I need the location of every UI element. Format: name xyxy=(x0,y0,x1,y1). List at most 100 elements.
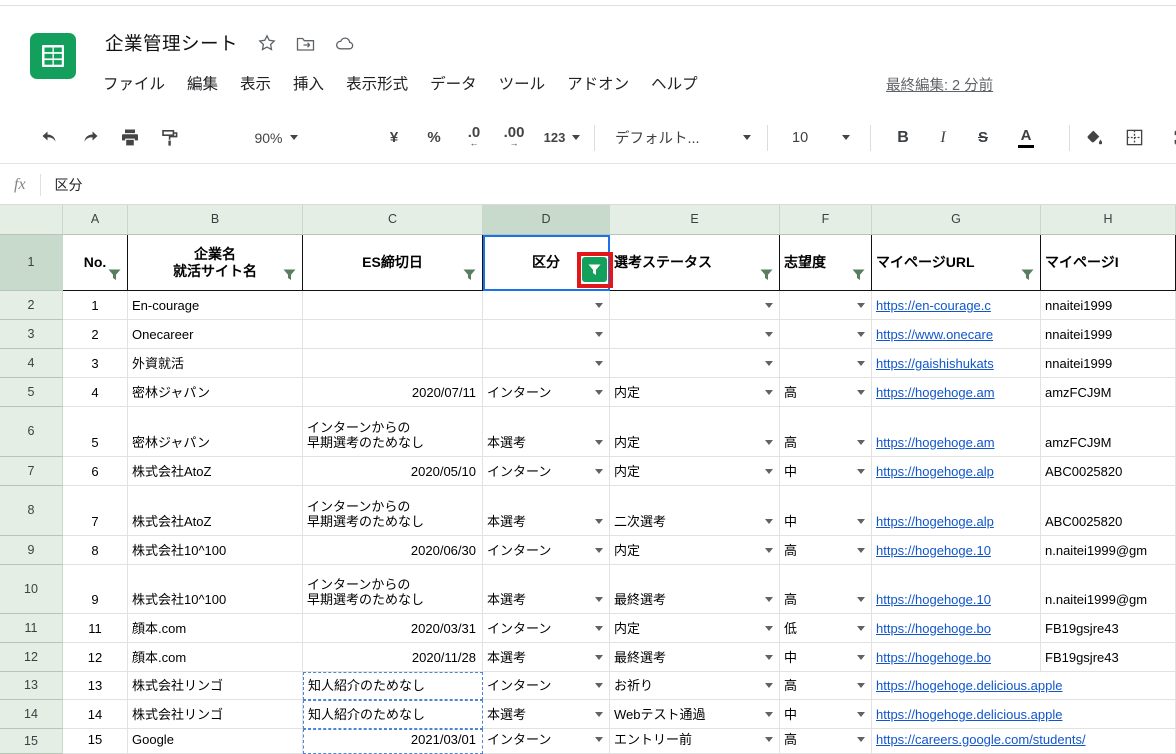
menu-item-6[interactable]: ツール xyxy=(499,72,546,94)
cell-A12[interactable]: 12 xyxy=(63,643,128,672)
dropdown-arrow-icon[interactable] xyxy=(765,712,773,717)
row-header-1[interactable]: 1 xyxy=(0,235,63,291)
cell-B8[interactable]: 株式会社AtoZ xyxy=(128,486,303,536)
bold-button[interactable]: B xyxy=(883,120,923,156)
cell-F8[interactable]: 中 xyxy=(780,486,872,536)
undo-button[interactable] xyxy=(30,120,70,156)
dropdown-arrow-icon[interactable] xyxy=(595,597,603,602)
cell-H3[interactable]: nnaitei1999 xyxy=(1041,320,1176,349)
cell-G6[interactable]: https://hogehoge.am xyxy=(872,407,1041,457)
cell-B13[interactable]: 株式会社リンゴ xyxy=(128,672,303,700)
increase-decimal-button[interactable]: .00 → xyxy=(494,120,534,156)
cell-E7[interactable]: 内定 xyxy=(610,457,780,486)
filter-icon[interactable] xyxy=(463,269,476,281)
cell-E4[interactable] xyxy=(610,349,780,378)
cell-A8[interactable]: 7 xyxy=(63,486,128,536)
header-cell-B1[interactable]: 企業名 就活サイト名 xyxy=(128,235,303,291)
dropdown-arrow-icon[interactable] xyxy=(765,597,773,602)
cell-C13[interactable]: 知人紹介のためなし xyxy=(303,672,483,700)
column-header-C[interactable]: C xyxy=(303,205,483,235)
cell-F13[interactable]: 高 xyxy=(780,672,872,700)
header-cell-E1[interactable]: 選考ステータス xyxy=(610,235,780,291)
dropdown-arrow-icon[interactable] xyxy=(595,737,603,742)
dropdown-arrow-icon[interactable] xyxy=(857,390,865,395)
cell-D13[interactable]: インターン xyxy=(483,672,610,700)
dropdown-arrow-icon[interactable] xyxy=(595,712,603,717)
url-value[interactable]: https://hogehoge.10 xyxy=(876,592,991,607)
dropdown-arrow-icon[interactable] xyxy=(765,361,773,366)
url-value[interactable]: https://en-courage.c xyxy=(876,298,991,313)
cell-E8[interactable]: 二次選考 xyxy=(610,486,780,536)
dropdown-arrow-icon[interactable] xyxy=(765,655,773,660)
url-value[interactable]: https://hogehoge.delicious.apple xyxy=(876,678,1062,693)
url-value[interactable]: https://www.onecare xyxy=(876,327,993,342)
header-cell-A1[interactable]: No. xyxy=(63,235,128,291)
cell-E3[interactable] xyxy=(610,320,780,349)
row-header-9[interactable]: 9 xyxy=(0,536,63,565)
menu-item-7[interactable]: アドオン xyxy=(567,72,629,94)
dropdown-arrow-icon[interactable] xyxy=(595,390,603,395)
filter-icon[interactable] xyxy=(283,269,296,281)
cell-B6[interactable]: 密林ジャパン xyxy=(128,407,303,457)
row-header-8[interactable]: 8 xyxy=(0,486,63,536)
row-header-4[interactable]: 4 xyxy=(0,349,63,378)
cell-H4[interactable]: nnaitei1999 xyxy=(1041,349,1176,378)
dropdown-arrow-icon[interactable] xyxy=(857,303,865,308)
italic-button[interactable]: I xyxy=(923,120,963,156)
zoom-select[interactable]: 90% xyxy=(226,120,326,156)
cell-D5[interactable]: インターン xyxy=(483,378,610,407)
format-percent-button[interactable]: % xyxy=(414,120,454,156)
cell-G7[interactable]: https://hogehoge.alp xyxy=(872,457,1041,486)
cell-D15[interactable]: インターン xyxy=(483,729,610,754)
cell-D4[interactable] xyxy=(483,349,610,378)
cloud-status-button[interactable] xyxy=(335,35,355,51)
header-cell-H1[interactable]: マイページI xyxy=(1041,235,1176,291)
dropdown-arrow-icon[interactable] xyxy=(595,440,603,445)
dropdown-arrow-icon[interactable] xyxy=(765,390,773,395)
cell-G4[interactable]: https://gaishishukats xyxy=(872,349,1041,378)
more-formats-button[interactable]: 123 xyxy=(534,120,590,156)
row-header-2[interactable]: 2 xyxy=(0,291,63,320)
borders-button[interactable] xyxy=(1114,120,1154,156)
cell-E15[interactable]: エントリー前 xyxy=(610,729,780,754)
dropdown-arrow-icon[interactable] xyxy=(595,303,603,308)
cell-D9[interactable]: インターン xyxy=(483,536,610,565)
cell-E13[interactable]: お祈り xyxy=(610,672,780,700)
row-header-7[interactable]: 7 xyxy=(0,457,63,486)
cell-E5[interactable]: 内定 xyxy=(610,378,780,407)
cell-G8[interactable]: https://hogehoge.alp xyxy=(872,486,1041,536)
cell-C2[interactable] xyxy=(303,291,483,320)
url-value[interactable]: https://gaishishukats xyxy=(876,356,994,371)
cell-G15[interactable]: https://careers.google.com/students/ xyxy=(872,729,1086,754)
cell-A14[interactable]: 14 xyxy=(63,700,128,729)
cell-C8[interactable]: インターンからの 早期選考のためなし xyxy=(303,486,483,536)
cell-A15[interactable]: 15 xyxy=(63,729,128,754)
dropdown-arrow-icon[interactable] xyxy=(765,683,773,688)
dropdown-arrow-icon[interactable] xyxy=(765,519,773,524)
cell-H12[interactable]: FB19gsjre43 xyxy=(1041,643,1176,672)
row-header-14[interactable]: 14 xyxy=(0,700,63,729)
cell-D10[interactable]: 本選考 xyxy=(483,565,610,614)
cell-A4[interactable]: 3 xyxy=(63,349,128,378)
column-header-G[interactable]: G xyxy=(872,205,1041,235)
row-header-13[interactable]: 13 xyxy=(0,672,63,700)
cell-A11[interactable]: 11 xyxy=(63,614,128,643)
dropdown-arrow-icon[interactable] xyxy=(595,332,603,337)
cell-G14[interactable]: https://hogehoge.delicious.apple xyxy=(872,700,1062,729)
dropdown-arrow-icon[interactable] xyxy=(765,737,773,742)
print-button[interactable] xyxy=(110,120,150,156)
dropdown-arrow-icon[interactable] xyxy=(595,655,603,660)
document-title[interactable]: 企業管理シート xyxy=(105,30,238,56)
cell-A2[interactable]: 1 xyxy=(63,291,128,320)
menu-item-0[interactable]: ファイル xyxy=(103,72,165,94)
merge-cells-button[interactable] xyxy=(1162,120,1176,156)
filter-icon[interactable] xyxy=(852,269,865,281)
cell-F7[interactable]: 中 xyxy=(780,457,872,486)
cell-B5[interactable]: 密林ジャパン xyxy=(128,378,303,407)
format-currency-button[interactable]: ¥ xyxy=(374,120,414,156)
formula-bar[interactable]: fx 区分 xyxy=(0,165,1176,205)
dropdown-arrow-icon[interactable] xyxy=(857,683,865,688)
cell-G3[interactable]: https://www.onecare xyxy=(872,320,1041,349)
cell-H10[interactable]: n.naitei1999@gm xyxy=(1041,565,1176,614)
column-header-D[interactable]: D xyxy=(483,205,610,235)
